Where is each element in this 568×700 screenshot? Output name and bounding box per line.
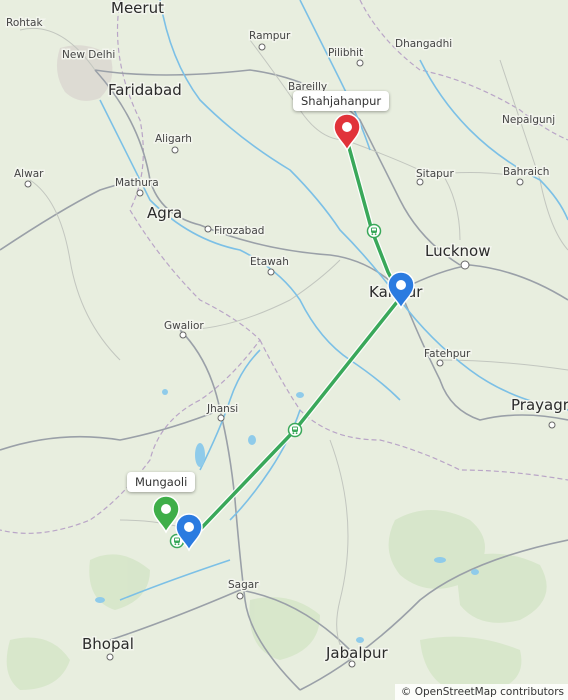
place-label: Etawah bbox=[250, 256, 289, 268]
place-label: Mathura bbox=[115, 177, 159, 189]
place-label: Dhangadhi bbox=[395, 38, 452, 50]
place-label: Pilibhit bbox=[328, 47, 363, 59]
destination-callout: Shahjahanpur bbox=[293, 91, 390, 111]
place-label: Bhopal bbox=[82, 635, 134, 653]
place-label: Faridabad bbox=[108, 81, 182, 99]
place-label: Sitapur bbox=[416, 168, 454, 180]
place-label: Nepalgunj bbox=[502, 114, 555, 126]
train-icon[interactable] bbox=[287, 422, 303, 438]
place-label: Jhansi bbox=[206, 403, 238, 415]
place-label: Fatehpur bbox=[424, 348, 471, 360]
place-label: Bahraich bbox=[503, 166, 549, 178]
place-label: Sagar bbox=[228, 579, 259, 591]
place-label: Aligarh bbox=[155, 133, 192, 145]
train-icon[interactable] bbox=[366, 223, 382, 239]
place-label: Rampur bbox=[249, 30, 291, 42]
place-label: Agra bbox=[147, 204, 182, 222]
place-label: Meerut bbox=[111, 0, 164, 17]
place-label: Firozabad bbox=[214, 225, 264, 237]
map-canvas[interactable]: Meerut Rohtak New Delhi Faridabad Rampur… bbox=[0, 0, 568, 700]
place-label: Rohtak bbox=[6, 17, 43, 29]
attribution: © OpenStreetMap contributors bbox=[394, 684, 568, 700]
place-label: Alwar bbox=[14, 168, 44, 180]
attribution-text[interactable]: © OpenStreetMap contributors bbox=[401, 686, 564, 698]
place-label: Gwalior bbox=[164, 320, 204, 332]
place-label: Prayagraj bbox=[511, 396, 568, 414]
place-label: Jabalpur bbox=[325, 644, 389, 662]
place-label: New Delhi bbox=[62, 49, 115, 61]
origin-callout: Mungaoli bbox=[127, 472, 196, 492]
place-label: Lucknow bbox=[425, 242, 491, 260]
